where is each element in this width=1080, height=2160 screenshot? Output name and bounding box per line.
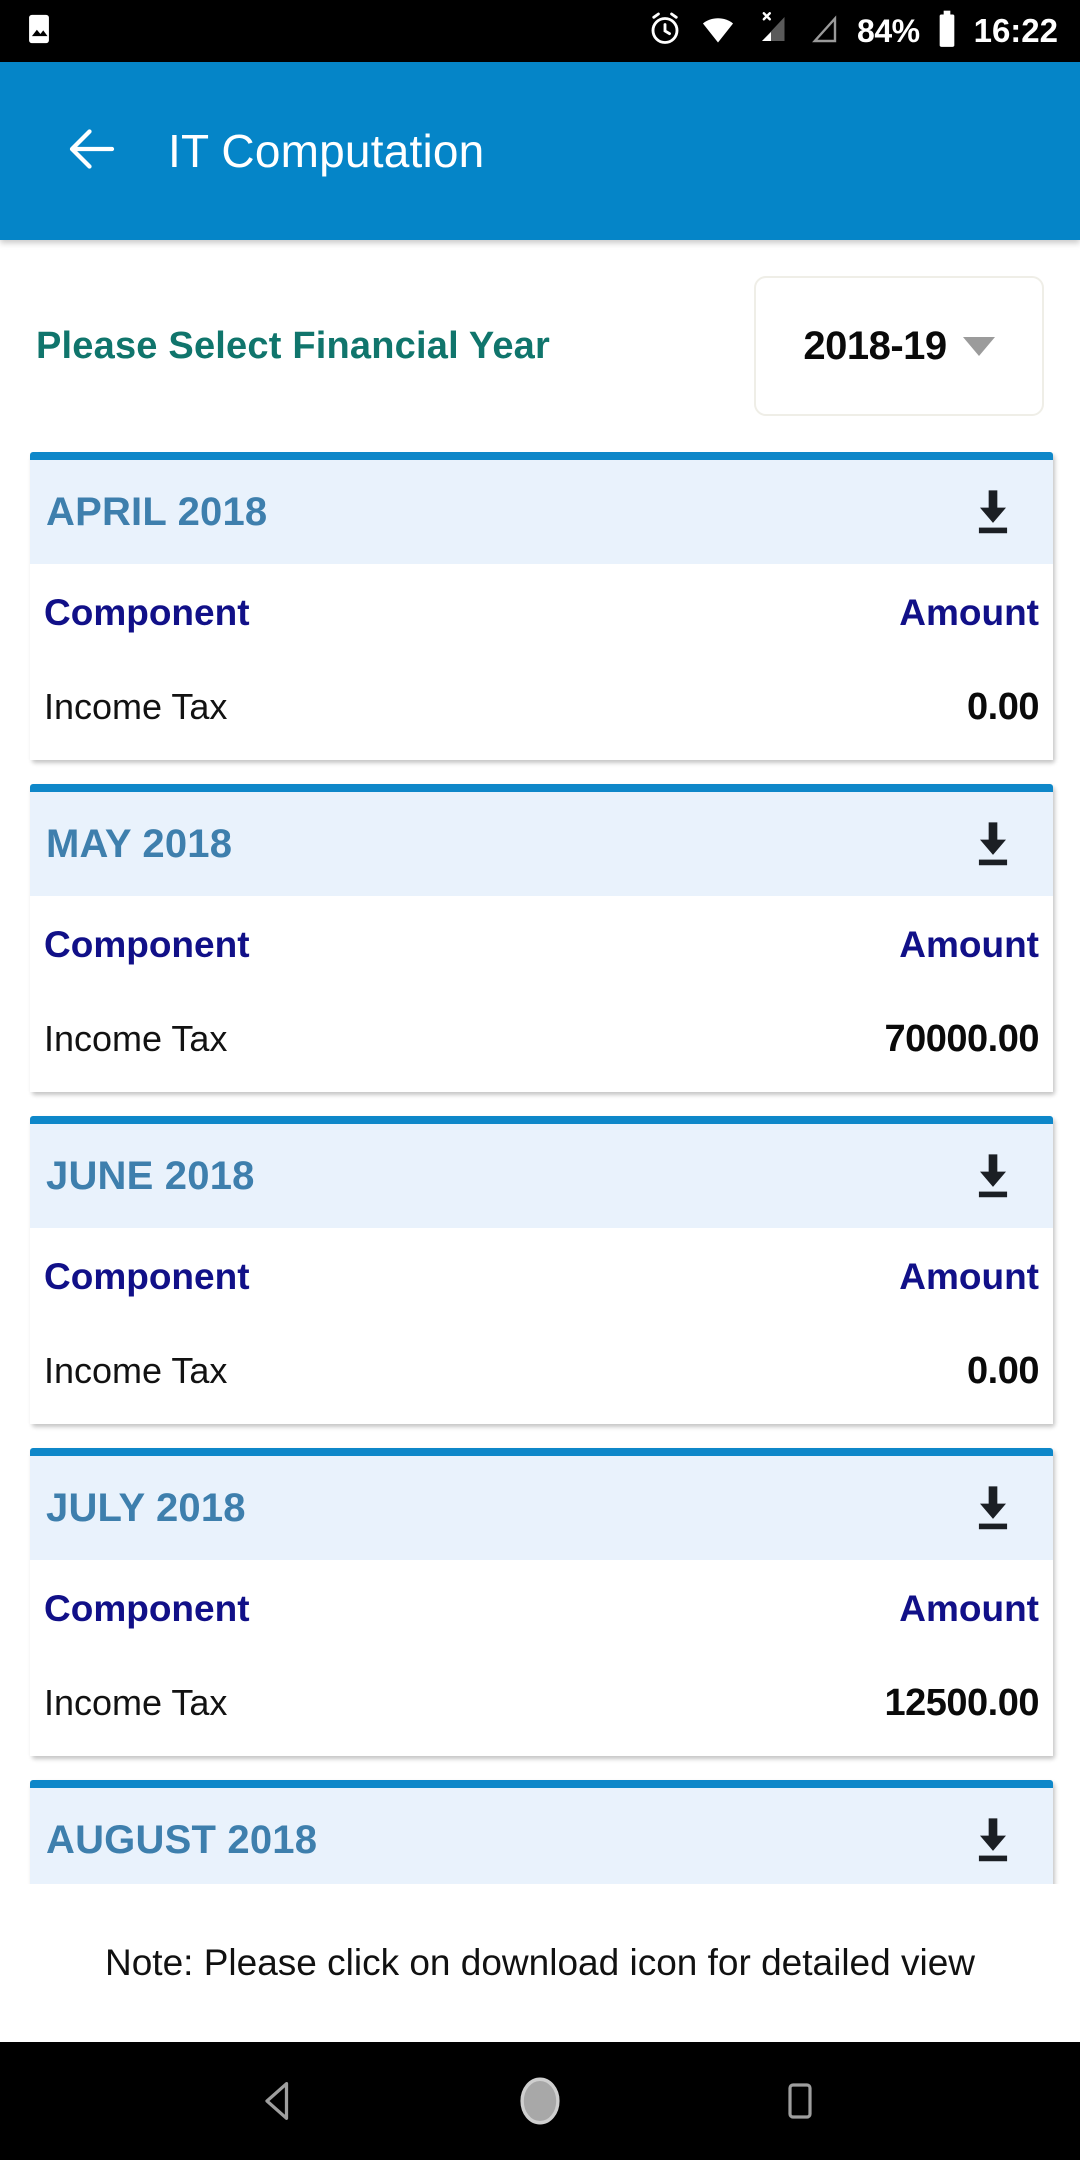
alarm-icon [647,11,683,52]
nav-home-icon[interactable] [485,2046,595,2156]
download-icon[interactable] [961,1144,1025,1208]
nav-back-icon[interactable] [225,2046,335,2156]
card-header: JULY 2018 [30,1456,1053,1560]
column-header-amount: Amount [899,1588,1039,1629]
app-bar: IT Computation [0,62,1080,240]
row-component: Income Tax [44,1018,228,1059]
financial-year-select[interactable]: 2018-19 [754,276,1044,416]
battery-icon [936,9,958,54]
wifi-icon [699,10,737,53]
financial-year-label: Please Select Financial Year [36,324,550,367]
column-header-component: Component [44,1588,250,1629]
status-bar-right: 84% 16:22 [647,9,1058,54]
status-bar: 84% 16:22 [0,0,1080,62]
download-icon[interactable] [961,480,1025,544]
card-header: APRIL 2018 [30,460,1053,564]
arrow-left-icon [62,119,122,184]
month-title: APRIL 2018 [46,489,268,534]
column-header-component: Component [44,924,250,965]
download-icon[interactable] [961,812,1025,876]
status-bar-clock: 16:22 [973,12,1058,49]
download-icon[interactable] [961,1808,1025,1872]
column-header-amount: Amount [899,592,1039,633]
column-header-amount: Amount [899,924,1039,965]
card-header: AUGUST 2018 [30,1788,1053,1884]
back-button[interactable] [38,119,146,184]
month-title: MAY 2018 [46,821,233,866]
table-row: Income Tax 12500.00 [44,1658,1039,1748]
month-card[interactable]: APRIL 2018 Component Amount Income Tax 0.00 [30,452,1053,760]
battery-percent: 84% [857,12,920,49]
row-component: Income Tax [44,1682,228,1723]
card-body: Component Amount Income Tax 0.00 [30,1228,1053,1424]
download-icon[interactable] [961,1476,1025,1540]
month-card[interactable]: JUNE 2018 Component Amount Income Tax 0.00 [30,1116,1053,1424]
row-amount: 70000.00 [884,1017,1040,1060]
month-card[interactable]: AUGUST 2018 [30,1780,1053,1884]
row-amount: 12500.00 [884,1681,1040,1724]
android-nav-bar [0,2042,1080,2160]
nav-recents-icon[interactable] [745,2046,855,2156]
image-icon [22,12,56,51]
table-header-row: Component Amount [44,1228,1039,1326]
table-header-row: Component Amount [44,896,1039,994]
table-header-row: Component Amount [44,564,1039,662]
month-card[interactable]: JULY 2018 Component Amount Income Tax 12500.… [30,1448,1053,1756]
card-body: Component Amount Income Tax 12500.00 [30,1560,1053,1756]
column-header-component: Component [44,1256,250,1297]
footer-note-text: Note: Please click on download icon for … [105,1942,975,1983]
card-header: JUNE 2018 [30,1124,1053,1228]
month-title: AUGUST 2018 [46,1817,318,1862]
signal-off-icon [753,11,789,52]
financial-year-row: Please Select Financial Year 2018-19 [0,240,1080,452]
row-component: Income Tax [44,686,228,727]
card-body: Component Amount Income Tax 0.00 [30,564,1053,760]
month-card-list[interactable]: APRIL 2018 Component Amount Income Tax 0.00 M… [0,452,1080,1884]
status-bar-left [22,12,56,51]
financial-year-value: 2018-19 [803,323,947,368]
row-component: Income Tax [44,1350,228,1391]
column-header-component: Component [44,592,250,633]
table-row: Income Tax 0.00 [44,662,1039,752]
row-amount: 0.00 [967,1349,1039,1392]
column-header-amount: Amount [899,1256,1039,1297]
row-amount: 0.00 [967,685,1039,728]
phone-screen: 84% 16:22 IT Computation Please Select F… [0,0,1080,2160]
card-header: MAY 2018 [30,792,1053,896]
month-card[interactable]: MAY 2018 Component Amount Income Tax 70000.0… [30,784,1053,1092]
chevron-down-icon [962,336,995,356]
table-header-row: Component Amount [44,1560,1039,1658]
table-row: Income Tax 70000.00 [44,994,1039,1084]
page-title: IT Computation [168,125,485,177]
card-body: Component Amount Income Tax 70000.00 [30,896,1053,1092]
table-row: Income Tax 0.00 [44,1326,1039,1416]
footer-note: Note: Please click on download icon for … [0,1884,1080,2042]
month-title: JULY 2018 [46,1485,246,1530]
month-title: JUNE 2018 [46,1153,255,1198]
signal-empty-icon [805,11,841,52]
